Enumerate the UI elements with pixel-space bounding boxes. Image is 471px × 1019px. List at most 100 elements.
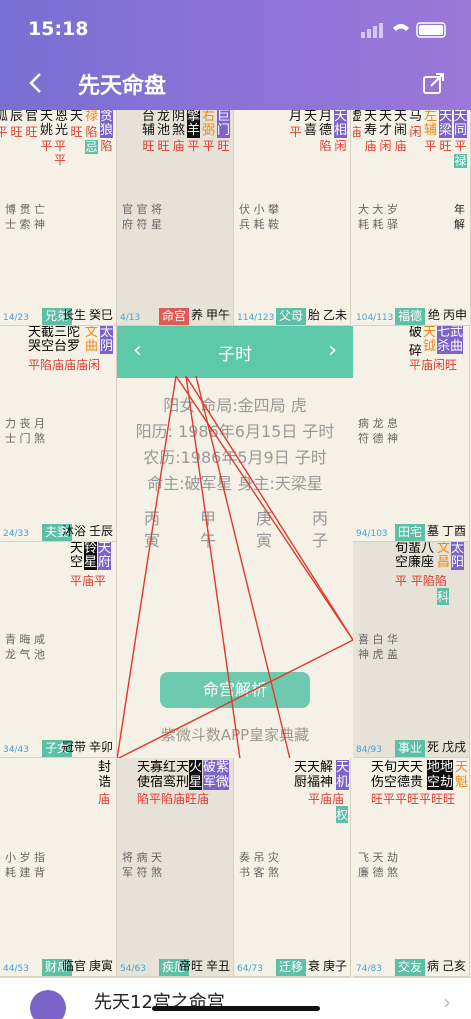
minor-gods: 官 官 将府 符 星	[122, 203, 162, 231]
star-brightness: 旺	[10, 125, 23, 139]
star-name: 阴	[171, 110, 185, 124]
star: 辰旺	[9, 110, 24, 167]
star-name: 天	[303, 110, 317, 124]
star-brightness: 平	[40, 139, 53, 153]
star: 虚庙	[353, 110, 363, 168]
star-name: 天	[453, 110, 467, 124]
star: 天闹庙	[393, 110, 408, 168]
palace-name: 命宫	[159, 308, 190, 325]
star-name: 孤	[0, 110, 8, 124]
cell-mao[interactable]: 天空 铃星 天府 平庙平 青 晦 咸龙 气 池 34/43 子女 冠带 辛卯	[0, 542, 117, 758]
cell-xu[interactable]: 旬蜚八 空廉座 文昌 太阳 平 平陷陷 科 喜 白 华神 虎 盖 84/93 事业死…	[353, 542, 470, 758]
palace-name: 父母	[276, 308, 307, 325]
info-line-2: 阳历: 1986年6月15日 子时	[135, 422, 335, 441]
info-line-4: 命主:破军星 身主:天梁星	[147, 474, 323, 493]
star-brightness: 平平	[54, 139, 67, 167]
star: 天旺	[69, 110, 84, 167]
cell-wei[interactable]: 天相闲月德陷天喜月平伏 小 攀兵 耗 鞍 114/123 父母胎乙未	[234, 110, 351, 326]
star-name: 德	[318, 123, 332, 138]
star-name: 龙	[156, 110, 170, 124]
status-time: 15:18	[28, 18, 89, 40]
star-name: 月	[318, 110, 332, 124]
star-name: 辅	[423, 123, 437, 138]
cell-zi[interactable]: 天天解 厨福神 天机 平庙庙 权 奏 吊 灾书 客 煞 64/73 迁移衰庚子	[234, 758, 351, 977]
chevron-right-icon[interactable]: ›	[443, 990, 451, 1014]
star-name: 狼	[99, 123, 113, 138]
star-name: 天	[438, 110, 452, 124]
star-name: 月	[288, 110, 302, 124]
age-range: 4/13	[120, 313, 141, 323]
brand-text: 紫微斗数APP皇家典藏	[160, 726, 310, 744]
cell-yin[interactable]: 封诰 庙 小 岁 指耗 建 背 44/53 财帛 临官 庚寅	[0, 758, 117, 977]
star: 天同平禄	[453, 110, 468, 168]
star-brightness: 陷	[319, 139, 332, 153]
ganzhi: 丙申	[442, 308, 467, 322]
star: 贪狼陷	[99, 110, 114, 167]
star-name: 池	[156, 123, 170, 138]
star-brightness: 庙	[364, 139, 377, 153]
cell-si[interactable]: 贪狼陷禄陷忌天旺恩光平平天姚平官旺辰旺孤平巫陷博 贯 亡士 索 神14/23兄弟…	[0, 110, 117, 326]
star-name: 天	[39, 110, 53, 124]
star-name: 门	[216, 123, 230, 138]
info-line-1: 阳女 命局:金四局 虎	[163, 396, 307, 415]
star-name: 相	[333, 123, 347, 138]
star-name: 恩	[54, 110, 68, 124]
star-name: 台	[141, 110, 155, 124]
age-range: 114/123	[237, 313, 275, 323]
star: 马闲	[408, 110, 423, 168]
star-brightness: 旺	[439, 139, 452, 153]
life-stage: 胎	[307, 308, 320, 322]
palace-analysis-button[interactable]: 命宫解析	[160, 672, 310, 708]
star-brightness: 旺	[70, 125, 83, 139]
chevron-right-icon[interactable]: ›	[328, 338, 337, 363]
pillar-year: 丙寅	[143, 509, 160, 550]
star-name: 光	[54, 123, 68, 138]
star: 禄陷忌	[84, 110, 99, 167]
cell-wu[interactable]: 巨门旺右弼平擎羊平阴煞庙龙池旺台辅旺官 官 将府 符 星 4/13 命宫养甲午	[117, 110, 234, 326]
minor-gods: 博 贯 亡士 索 神	[5, 203, 45, 231]
star: 擎羊平	[186, 110, 201, 153]
annual-gods: 年解	[454, 203, 465, 231]
nav-bar: 先天命盘	[0, 58, 471, 110]
star-brightness: 平	[0, 125, 8, 139]
pillar-day: 庚寅	[255, 509, 272, 550]
life-stage: 养	[190, 308, 203, 322]
back-arrow-icon[interactable]	[24, 70, 50, 96]
star-brightness: 平	[202, 139, 215, 153]
star-brightness: 庙	[172, 139, 185, 153]
cell-chen[interactable]: 太阴 文曲 天截三陀 哭空台罗 平陷庙庙庙闲 力 丧 月士 门 煞 24/33 夫妻…	[0, 326, 117, 542]
life-stage: 绝	[427, 308, 440, 322]
cell-chou[interactable]: 天寡红天 使宿鸾刑 火星 破紫 军微 陷平陷庙旺庙 将 病 天军 符 煞 54/63…	[117, 758, 234, 977]
crown-icon	[30, 990, 66, 1019]
star-brightness: 庙	[394, 139, 407, 153]
star-brightness: 旺	[217, 139, 230, 153]
star-brightness: 闲	[334, 139, 347, 153]
star-name: 马	[408, 110, 422, 124]
star: 月德陷	[318, 110, 333, 153]
star-brightness: 平	[187, 139, 200, 153]
star-brightness: 平	[424, 139, 437, 153]
bottom-sheet[interactable]: 先天12宫之命宫 ›	[0, 977, 471, 1019]
star-name: 才	[378, 123, 392, 138]
age-range: 14/23	[3, 313, 29, 323]
star-brightness: 旺	[142, 139, 155, 153]
star-name: 贪	[99, 110, 113, 124]
cell-you[interactable]: 破 碎 天钺 七武 杀曲 平庙闲旺 病 龙 息符 德 神 94/103 田宅墓丁酉	[353, 326, 470, 542]
status-bar: 15:18	[0, 0, 471, 58]
share-icon[interactable]	[421, 70, 447, 96]
info-line-3: 农历:1986年5月9日 子时	[143, 448, 327, 467]
star-brightness: 平	[454, 139, 467, 153]
star: 天寿庙	[363, 110, 378, 168]
cell-hai[interactable]: 天旬天天 伤空德贵 地地 空劫 天魁 旺平平旺平旺旺 飞 天 劫廉 德 煞 74/8…	[353, 758, 470, 977]
cell-shen[interactable]: 天同平禄天梁旺左辅平马闲天闹庙天才闲天寿庙虚庙大 大 岁耗 耗 驿年解104/1…	[353, 110, 471, 326]
star-name: 左	[423, 110, 437, 124]
star-name: 天	[393, 110, 407, 124]
star-name: 寿	[363, 123, 377, 138]
star-brightness: 陷	[85, 125, 98, 139]
star-name: 官	[24, 110, 38, 124]
minor-gods: 伏 小 攀兵 耗 鞍	[239, 203, 279, 231]
star: 巨门旺	[216, 110, 231, 153]
star: 阴煞庙	[171, 110, 186, 153]
pillar-month: 甲午	[199, 509, 216, 550]
star: 天姚平	[39, 110, 54, 167]
